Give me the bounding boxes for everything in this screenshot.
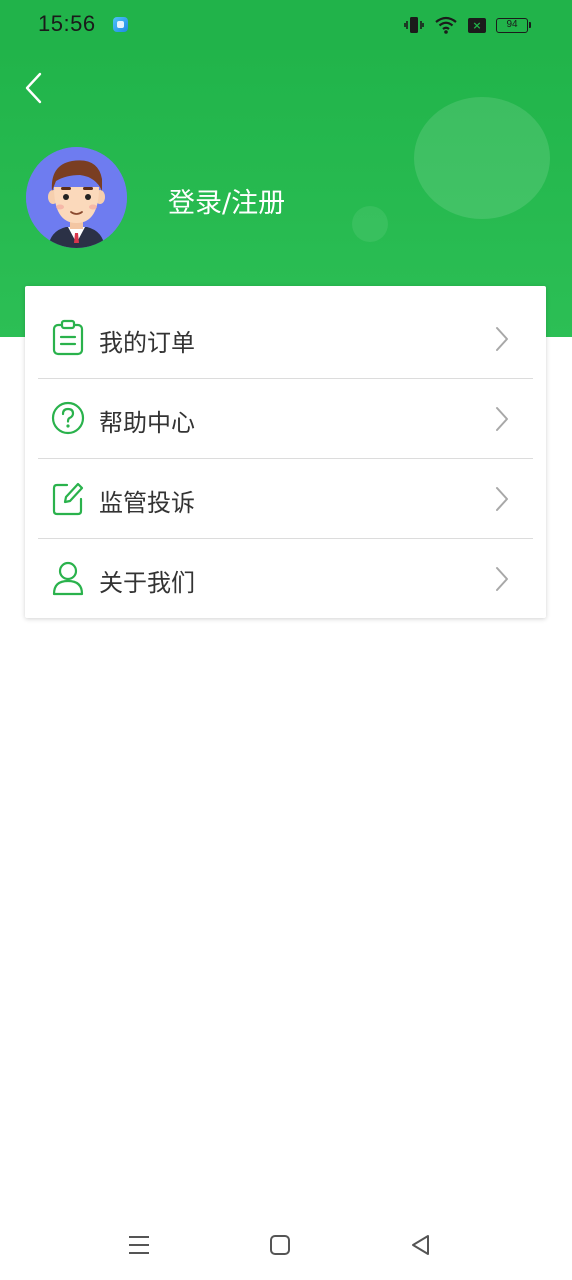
login-register-link[interactable]: 登录/注册 bbox=[168, 181, 285, 220]
status-time: 15:56 bbox=[38, 11, 96, 36]
back-button[interactable] bbox=[18, 70, 50, 106]
menu-item-my-orders[interactable]: 我的订单 bbox=[25, 299, 546, 379]
menu-item-label: 关于我们 bbox=[99, 569, 195, 597]
chevron-right-icon bbox=[496, 487, 508, 511]
user-icon bbox=[52, 561, 84, 596]
edit-icon bbox=[52, 482, 84, 516]
chevron-right-icon bbox=[496, 327, 508, 351]
clipboard-icon bbox=[52, 319, 84, 356]
menu-item-help-center[interactable]: 帮助中心 bbox=[25, 379, 546, 459]
chevron-left-icon bbox=[25, 72, 42, 104]
menu-item-label: 我的订单 bbox=[99, 329, 195, 357]
sim-icon: × bbox=[468, 17, 486, 33]
decor-bubble bbox=[414, 97, 550, 219]
wifi-icon bbox=[435, 16, 457, 34]
battery-icon: 94 bbox=[496, 17, 531, 33]
chevron-right-icon bbox=[496, 407, 508, 431]
menu-item-complaints[interactable]: 监管投诉 bbox=[25, 459, 546, 539]
menu-item-about-us[interactable]: 关于我们 bbox=[25, 539, 546, 619]
status-bar: 15:56 × 94 bbox=[0, 0, 572, 50]
menu-item-label: 监管投诉 bbox=[99, 489, 195, 517]
decor-bubble-small bbox=[352, 206, 388, 242]
home-icon[interactable] bbox=[267, 1232, 293, 1258]
menu-icon[interactable] bbox=[126, 1232, 152, 1258]
avatar[interactable] bbox=[26, 147, 127, 248]
vibrate-icon bbox=[404, 17, 424, 33]
back-icon[interactable] bbox=[408, 1232, 434, 1258]
chevron-right-icon bbox=[496, 567, 508, 591]
help-circle-icon bbox=[51, 401, 85, 435]
system-nav-bar bbox=[0, 1210, 572, 1280]
menu-item-label: 帮助中心 bbox=[99, 409, 195, 437]
app-notification-icon bbox=[113, 17, 128, 32]
menu-card: 我的订单 帮助中心 监管投诉 关于我们 bbox=[25, 286, 546, 618]
avatar-man-illustration bbox=[26, 147, 127, 248]
status-icons: × 94 bbox=[404, 14, 531, 36]
